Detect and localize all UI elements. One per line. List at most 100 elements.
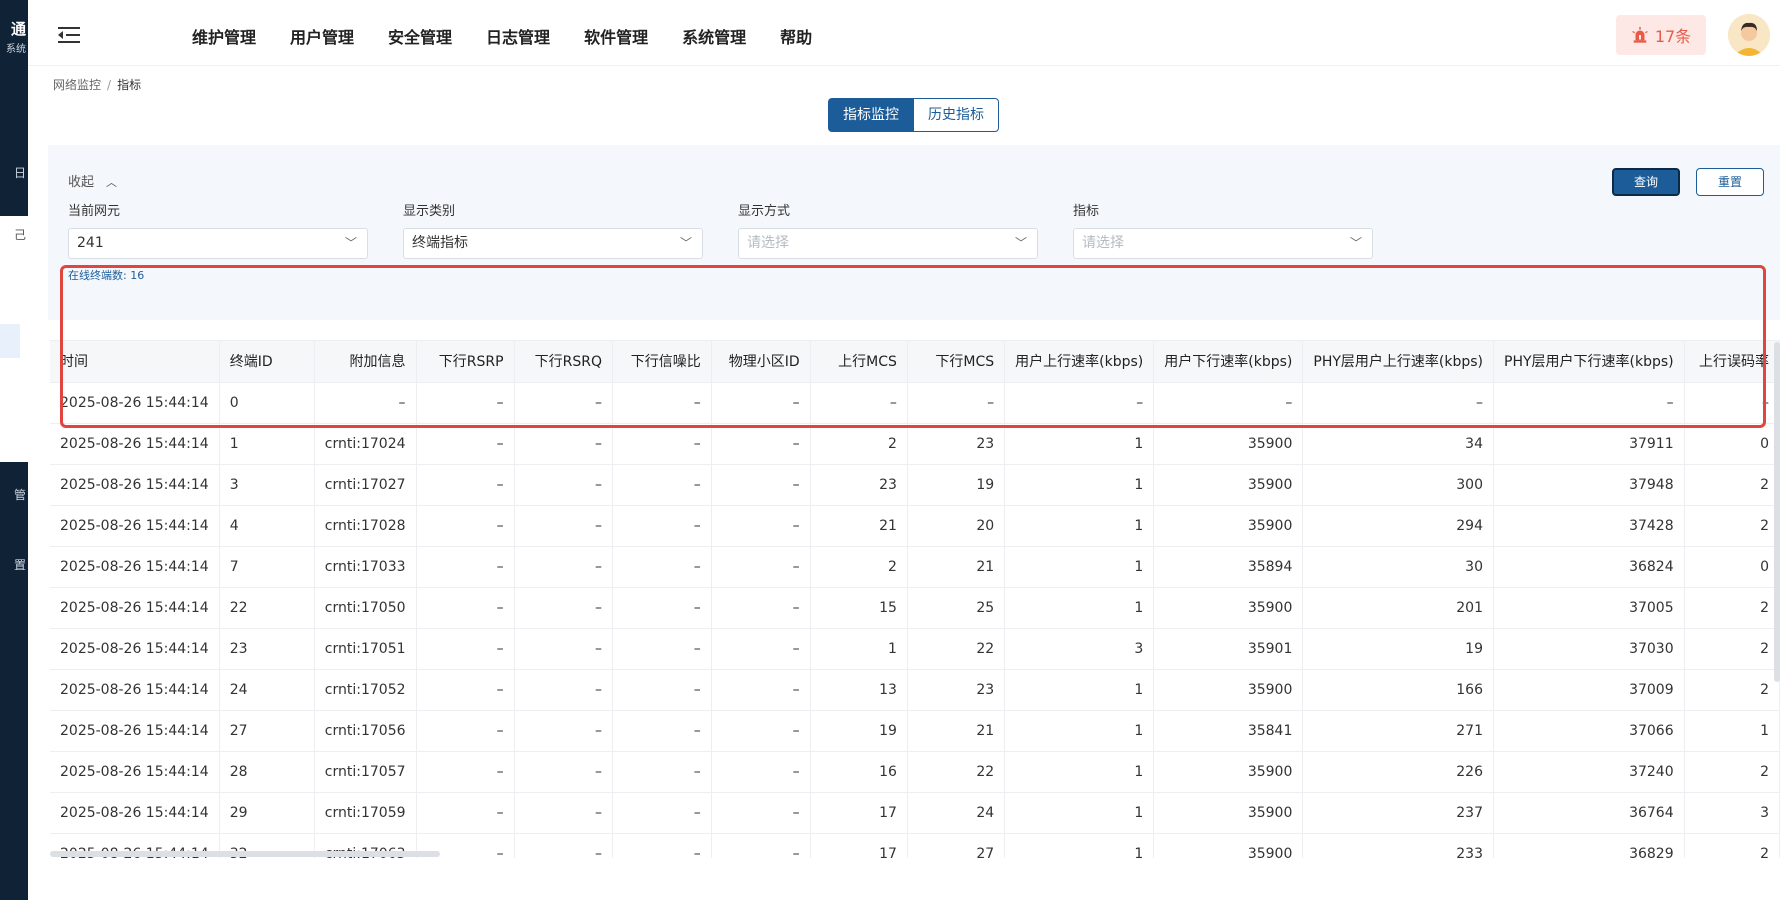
collapse-toggle[interactable]: 收起 ︿	[68, 171, 117, 190]
filter-panel: 收起 ︿ 查询 重置 当前网元 241 ﹀ 显示类别 终端指标 ﹀ 显示方式 请选…	[48, 145, 1780, 320]
column-header[interactable]: 终端ID	[219, 341, 315, 383]
breadcrumb-parent[interactable]: 网络监控	[53, 78, 101, 92]
table-cell: 21	[907, 710, 1006, 752]
table-cell: –	[416, 505, 515, 547]
table-cell: 2025-08-26 15:44:14	[50, 751, 220, 793]
table-cell: –	[612, 587, 712, 629]
column-header[interactable]: 下行MCS	[907, 341, 1006, 383]
collapse-label: 收起	[68, 175, 95, 190]
sidebar-item-d[interactable]: 置	[0, 556, 28, 576]
alarm-button[interactable]: 17条	[1616, 15, 1706, 55]
display-category-select[interactable]: 终端指标 ﹀	[403, 228, 703, 259]
table-cell: –	[612, 833, 712, 858]
column-header[interactable]: 用户上行速率(kbps)	[1004, 341, 1155, 383]
column-header[interactable]: 上行误码率	[1684, 341, 1780, 383]
table-cell: –	[612, 710, 712, 752]
query-button[interactable]: 查询	[1612, 168, 1680, 196]
table-cell: 36824	[1493, 546, 1685, 588]
nav-logs[interactable]: 日志管理	[486, 24, 550, 48]
main-area: 维护管理 用户管理 安全管理 日志管理 软件管理 系统管理 帮助 17条 网络监…	[28, 0, 1780, 900]
nav-software[interactable]: 软件管理	[584, 24, 648, 48]
column-header[interactable]: 用户下行速率(kbps)	[1153, 341, 1304, 383]
table-cell: –	[711, 710, 811, 752]
network-element-select[interactable]: 241 ﹀	[68, 228, 368, 259]
table-cell: 2	[810, 546, 908, 588]
breadcrumb: 网络监控 / 指标	[53, 76, 141, 93]
display-mode-placeholder: 请选择	[747, 235, 789, 251]
user-avatar[interactable]	[1728, 14, 1770, 56]
logo-text: 通	[10, 20, 26, 38]
table-cell: 300	[1302, 464, 1494, 506]
table-cell: 1	[810, 628, 908, 670]
tab-realtime-metrics[interactable]: 指标监控	[828, 98, 914, 132]
table-cell: 1	[1004, 751, 1155, 793]
column-header[interactable]: 附加信息	[314, 341, 417, 383]
table-row[interactable]: 2025-08-26 15:44:14 7 crnti:17033– – – –2 21 1 3…	[50, 546, 1780, 588]
column-header[interactable]: 物理小区ID	[711, 341, 811, 383]
horizontal-scrollbar[interactable]	[50, 851, 440, 857]
sidebar-item-a[interactable]: 日	[0, 164, 28, 184]
table-cell: crnti:17050	[314, 587, 417, 629]
sidebar-selected-item[interactable]	[0, 324, 20, 358]
table-cell: 35900	[1153, 751, 1304, 793]
table-cell: –	[711, 423, 811, 465]
table-cell: 37240	[1493, 751, 1685, 793]
table-row[interactable]: 2025-08-26 15:44:14 3 crnti:17027– – – –23 19 1…	[50, 464, 1780, 506]
nav-help[interactable]: 帮助	[780, 24, 812, 48]
display-category-value: 终端指标	[412, 235, 468, 251]
table-cell: 21	[810, 505, 908, 547]
vertical-scrollbar[interactable]	[1774, 342, 1780, 682]
nav-maintenance[interactable]: 维护管理	[192, 24, 256, 48]
table-cell: 16	[810, 751, 908, 793]
table-cell: –	[416, 464, 515, 506]
table-cell: 22	[219, 587, 315, 629]
table-cell: –	[416, 669, 515, 711]
column-header[interactable]: 时间	[50, 341, 220, 383]
sidebar-item-b[interactable]: 己	[0, 226, 28, 246]
table-row[interactable]: 2025-08-26 15:44:14 23 crnti:17051– – – –1 22 3…	[50, 628, 1780, 670]
table-row[interactable]: 2025-08-26 15:44:14 22 crnti:17050– – – –15 25…	[50, 587, 1780, 629]
table-header-row: 时间 终端ID 附加信息 下行RSRP 下行RSRQ 下行信噪比 物理小区ID 上行MCS 下行…	[50, 341, 1780, 383]
nav-users[interactable]: 用户管理	[290, 24, 354, 48]
column-header[interactable]: 下行RSRP	[416, 341, 515, 383]
table-row[interactable]: 2025-08-26 15:44:14 24 crnti:17052– – – –13 23…	[50, 669, 1780, 711]
nav-security[interactable]: 安全管理	[388, 24, 452, 48]
table-cell: 0	[219, 382, 315, 424]
table-cell: crnti:17024	[314, 423, 417, 465]
table-cell: –	[612, 464, 712, 506]
menu-toggle-icon[interactable]	[58, 26, 80, 44]
table-cell: 35900	[1153, 505, 1304, 547]
column-header[interactable]: 下行信噪比	[612, 341, 712, 383]
table-cell: 35900	[1153, 792, 1304, 834]
table-cell: crnti:17056	[314, 710, 417, 752]
top-bar: 维护管理 用户管理 安全管理 日志管理 软件管理 系统管理 帮助 17条	[28, 4, 1780, 66]
table-row[interactable]: 2025-08-26 15:44:14 29 crnti:17059– – – –17 24…	[50, 792, 1780, 834]
tab-history-metrics[interactable]: 历史指标	[914, 98, 999, 132]
nav-system[interactable]: 系统管理	[682, 24, 746, 48]
table-cell: 2	[1684, 751, 1780, 793]
table-cell: –	[612, 792, 712, 834]
table-row[interactable]: 2025-08-26 15:44:14 27 crnti:17056– – – –19 21…	[50, 710, 1780, 752]
column-header[interactable]: PHY层用户上行速率(kbps)	[1302, 341, 1494, 383]
table-cell: crnti:17052	[314, 669, 417, 711]
metric-select[interactable]: 请选择 ﹀	[1073, 228, 1373, 259]
display-mode-select[interactable]: 请选择 ﹀	[738, 228, 1038, 259]
table-row[interactable]: 2025-08-26 15:44:14 28 crnti:17057– – – –16 22…	[50, 751, 1780, 793]
table-row[interactable]: 2025-08-26 15:44:14 0– – – – – – – – – – – –	[50, 382, 1780, 424]
table-row[interactable]: 2025-08-26 15:44:14 4 crnti:17028– – – –21 20 1…	[50, 505, 1780, 547]
column-header[interactable]: 下行RSRQ	[514, 341, 614, 383]
table-cell: 37030	[1493, 628, 1685, 670]
sidebar-item-c[interactable]: 管	[0, 486, 28, 506]
reset-button[interactable]: 重置	[1696, 168, 1764, 196]
table-cell: 166	[1302, 669, 1494, 711]
table-cell: –	[514, 587, 614, 629]
table-cell: –	[612, 628, 712, 670]
table-cell: 19	[1302, 628, 1494, 670]
table-row[interactable]: 2025-08-26 15:44:14 1 crnti:17024– – – –2 23 1 3…	[50, 423, 1780, 465]
column-header[interactable]: 上行MCS	[810, 341, 908, 383]
table-cell: –	[416, 546, 515, 588]
column-header[interactable]: PHY层用户下行速率(kbps)	[1493, 341, 1685, 383]
table-cell: 35900	[1153, 587, 1304, 629]
table-cell: 37948	[1493, 464, 1685, 506]
table-cell: 2025-08-26 15:44:14	[50, 628, 220, 670]
